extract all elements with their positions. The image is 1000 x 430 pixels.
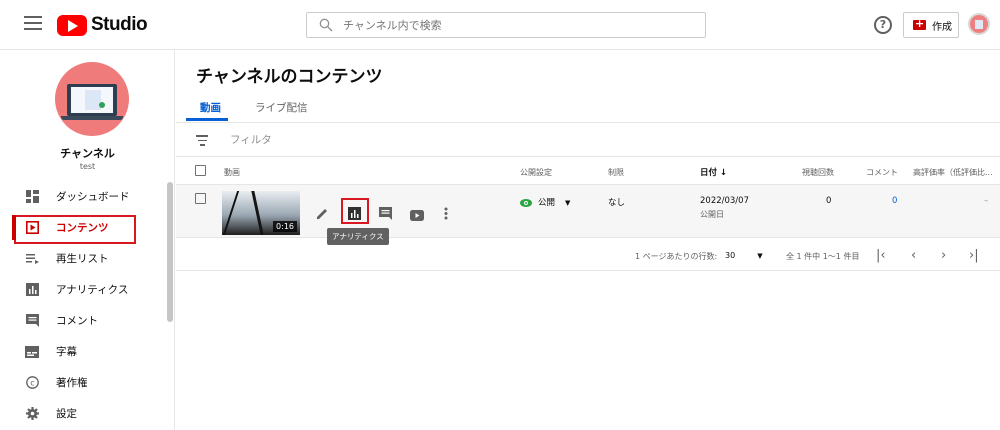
create-button[interactable]: 作成 (903, 12, 959, 38)
create-label: 作成 (932, 21, 952, 33)
sidebar-item-label: 再生リスト (56, 253, 109, 265)
dashboard-icon (25, 190, 39, 204)
video-duration: 0:16 (273, 221, 297, 232)
column-visibility[interactable]: 公開設定 (520, 167, 552, 178)
account-avatar[interactable] (968, 13, 990, 35)
sidebar-item-playlists[interactable]: 再生リスト (0, 243, 166, 274)
youtube-view-icon[interactable] (410, 206, 424, 221)
sidebar-item-comments[interactable]: コメント (0, 305, 166, 336)
column-date[interactable]: 日付 ↓ (700, 166, 727, 178)
prev-page-icon[interactable]: ‹ (911, 248, 916, 263)
channel-handle: test (79, 162, 96, 171)
main-content: チャンネルのコンテンツ 動画 ライブ配信 フィルタ 動画 公開設定 制限 日付 … (176, 50, 1000, 430)
date-value: 2022/03/07 (700, 196, 749, 206)
active-tab-indicator (186, 118, 228, 121)
eye-icon (520, 198, 532, 207)
sidebar: チャンネル test ダッシュボード コンテンツ 再生リスト アナリティクス コ… (0, 50, 175, 430)
logo-text: Studio (91, 14, 148, 35)
column-restrictions[interactable]: 制限 (608, 167, 624, 178)
comments-value[interactable]: 0 (892, 196, 897, 206)
dropdown-arrow-icon: ▼ (757, 252, 763, 260)
video-thumbnail[interactable]: 0:16 (222, 191, 300, 235)
visibility-value: 公開 (538, 198, 556, 208)
rows-per-page-select[interactable]: 30 ▼ (725, 251, 763, 260)
column-likes[interactable]: 高評価率（低評価比... (913, 167, 993, 178)
search-box[interactable] (306, 12, 706, 38)
filter-input[interactable]: フィルタ (230, 132, 272, 147)
tab-videos[interactable]: 動画 (200, 100, 221, 115)
laptop-illustration (67, 84, 117, 116)
sidebar-item-label: アナリティクス (56, 284, 129, 296)
sidebar-nav: ダッシュボード コンテンツ 再生リスト アナリティクス コメント 字幕 c 著作… (0, 181, 166, 429)
youtube-play-icon (57, 14, 87, 36)
sidebar-item-settings[interactable]: 設定 (0, 398, 166, 429)
sidebar-item-label: コンテンツ (56, 222, 109, 234)
page-title: チャンネルのコンテンツ (196, 67, 383, 87)
svg-text:c: c (30, 378, 34, 387)
subtitles-icon (25, 345, 39, 359)
edit-pencil-icon[interactable] (316, 205, 330, 219)
pagination-bar: 1 ページあたりの行数: 30 ▼ 全 1 件中 1～1 件目 |‹ ‹ › ›| (176, 238, 1000, 271)
sidebar-scrollbar[interactable] (167, 182, 173, 322)
visibility-dropdown[interactable]: 公開 ▼ (520, 196, 570, 208)
sidebar-item-label: コメント (56, 315, 98, 327)
next-page-icon[interactable]: › (941, 248, 946, 263)
sidebar-item-dashboard[interactable]: ダッシュボード (0, 181, 166, 212)
hamburger-menu-icon[interactable] (24, 16, 42, 34)
comment-icon (25, 314, 39, 328)
views-value: 0 (826, 196, 832, 206)
channel-name: チャンネル (60, 147, 115, 160)
tab-live[interactable]: ライブ配信 (255, 100, 308, 115)
create-video-icon (913, 17, 926, 30)
column-comments[interactable]: コメント (866, 167, 898, 178)
top-bar: Studio ? 作成 (0, 0, 1000, 50)
playlist-icon (25, 252, 39, 266)
column-video: 動画 (224, 168, 240, 177)
search-icon (319, 18, 333, 32)
row-checkbox[interactable] (195, 193, 206, 204)
sidebar-item-label: 字幕 (56, 346, 77, 358)
dropdown-arrow-icon: ▼ (565, 199, 571, 207)
filter-bar[interactable]: フィルタ (176, 123, 1000, 157)
date-sub: 公開日 (700, 210, 724, 219)
sidebar-item-label: 著作権 (56, 377, 88, 389)
column-views[interactable]: 視聴回数 (802, 167, 834, 178)
copyright-icon: c (25, 376, 39, 390)
studio-logo[interactable]: Studio (57, 14, 148, 36)
analytics-icon (25, 283, 39, 297)
table-header: 動画 公開設定 制限 日付 ↓ 視聴回数 コメント 高評価率（低評価比... (176, 157, 1000, 185)
restrictions-value: なし (608, 198, 626, 208)
filter-icon[interactable] (196, 135, 208, 149)
content-icon (25, 221, 39, 235)
rows-per-page-label: 1 ページあたりの行数: (635, 252, 718, 261)
analytics-icon[interactable] (348, 205, 362, 220)
sidebar-item-analytics[interactable]: アナリティクス (0, 274, 166, 305)
more-options-icon[interactable] (444, 205, 458, 220)
sidebar-item-copyright[interactable]: c 著作権 (0, 367, 166, 398)
rows-per-page-value: 30 (725, 251, 736, 260)
sidebar-item-label: ダッシュボード (56, 191, 130, 203)
sidebar-item-content[interactable]: コンテンツ (0, 212, 166, 244)
sidebar-item-label: 設定 (56, 408, 77, 420)
gear-icon (25, 407, 39, 421)
first-page-icon[interactable]: |‹ (876, 248, 886, 263)
help-icon[interactable]: ? (874, 16, 892, 34)
comments-icon[interactable] (379, 205, 393, 220)
channel-avatar[interactable] (55, 62, 129, 136)
last-page-icon[interactable]: ›| (969, 248, 979, 263)
page-range: 全 1 件中 1～1 件目 (786, 252, 860, 261)
table-row[interactable]: 0:16 アナリティクス 公開 ▼ なし 2022/03/07 公開日 0 0 – (176, 185, 1000, 245)
select-all-checkbox[interactable] (195, 165, 206, 176)
search-input[interactable] (343, 18, 683, 32)
sidebar-item-subtitles[interactable]: 字幕 (0, 336, 166, 367)
likes-value: – (984, 196, 989, 206)
